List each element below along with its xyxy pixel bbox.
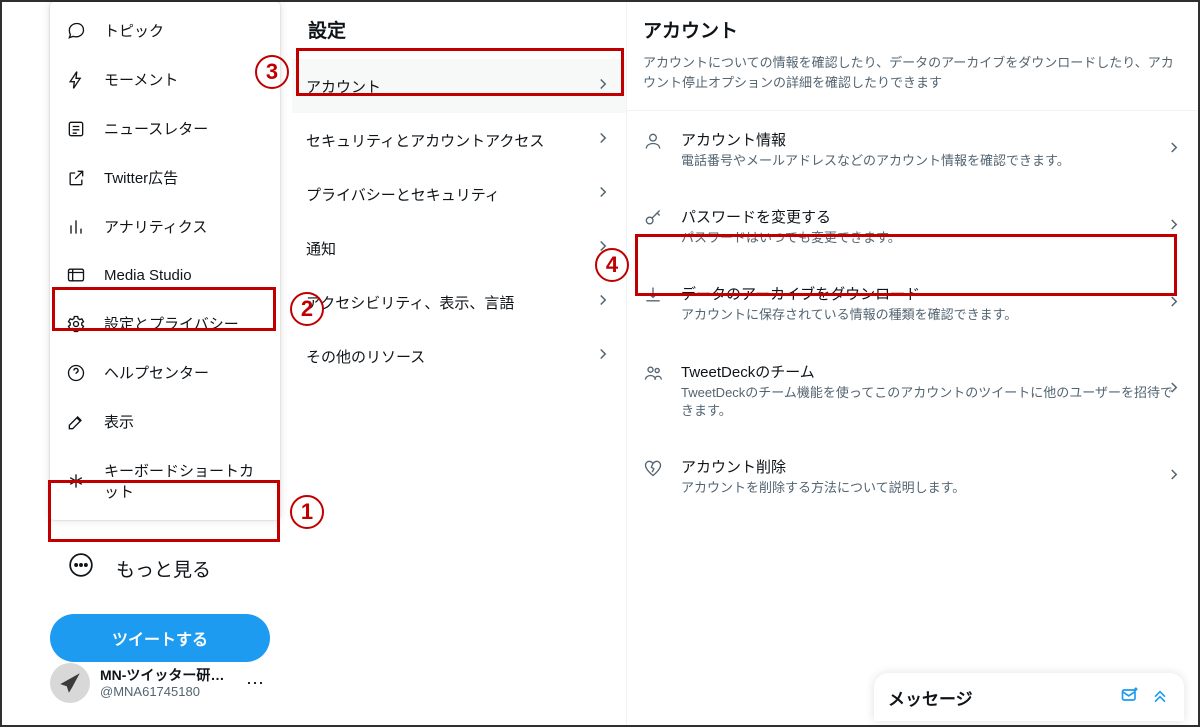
chevron-right-icon: [594, 75, 612, 97]
heartbreak-icon: [643, 456, 665, 483]
nav-settings-privacy[interactable]: 設定とプライバシー: [50, 299, 280, 348]
settings-privacy-safety[interactable]: プライバシーとセキュリティ: [292, 167, 626, 221]
nav-more[interactable]: もっと見る: [50, 538, 280, 598]
settings-accessibility-display-lang[interactable]: アクセシビリティ、表示、言語: [292, 275, 626, 329]
new-message-icon[interactable]: [1120, 685, 1140, 710]
settings-account[interactable]: アカウント: [292, 59, 626, 113]
change-password[interactable]: パスワードを変更する パスワードはいつでも変更できます。: [627, 188, 1197, 265]
account-title: アカウント: [627, 2, 1197, 53]
bar-chart-icon: [66, 217, 86, 237]
edit-icon: [66, 412, 86, 432]
avatar: [50, 663, 90, 703]
nav-label: アナリティクス: [104, 216, 207, 237]
nav-help[interactable]: ヘルプセンター: [50, 348, 280, 397]
gear-icon: [66, 314, 86, 334]
nav-ads[interactable]: Twitter広告: [50, 153, 280, 202]
nav-label: Twitter広告: [104, 167, 178, 188]
newsletter-icon: [66, 119, 86, 139]
nav-label: キーボードショートカット: [104, 460, 264, 502]
chevron-right-icon: [1165, 292, 1183, 315]
account-description: アカウントについての情報を確認したり、データのアーカイブをダウンロードしたり、ア…: [627, 53, 1197, 111]
deactivate-account[interactable]: アカウント削除 アカウントを削除する方法について説明します。: [627, 438, 1197, 515]
chevron-right-icon: [594, 237, 612, 259]
key-icon: [643, 206, 665, 233]
person-icon: [643, 129, 665, 156]
profile-name: MN-ツイッター研究所: [100, 667, 230, 684]
messages-dock[interactable]: メッセージ: [874, 673, 1184, 721]
account-switcher[interactable]: MN-ツイッター研究所 @MNA61745180 ⋯: [50, 663, 264, 703]
nav-shortcuts[interactable]: キーボードショートカット: [50, 446, 280, 516]
lightning-icon: [66, 70, 86, 90]
tweetdeck-teams[interactable]: TweetDeckのチーム TweetDeckのチーム機能を使ってこのアカウント…: [627, 343, 1197, 438]
nav-more-label: もっと見る: [116, 555, 211, 582]
media-icon: [66, 265, 86, 285]
nav-analytics[interactable]: アナリティクス: [50, 202, 280, 251]
nav-topics[interactable]: トピック: [50, 6, 280, 55]
settings-title: 設定: [292, 2, 626, 59]
chevron-right-icon: [594, 129, 612, 151]
nav-label: トピック: [104, 20, 164, 41]
chevron-right-icon: [1165, 138, 1183, 161]
download-archive[interactable]: データのアーカイブをダウンロード アカウントに保存されている情報の種類を確認でき…: [627, 265, 1197, 342]
chevron-right-icon: [594, 291, 612, 313]
team-icon: [643, 361, 665, 388]
chevron-right-icon: [1165, 465, 1183, 488]
nav-newsletter[interactable]: ニュースレター: [50, 104, 280, 153]
nav-media-studio[interactable]: Media Studio: [50, 251, 280, 299]
account-info[interactable]: アカウント情報 電話番号やメールアドレスなどのアカウント情報を確認できます。: [627, 111, 1197, 188]
nav-display[interactable]: 表示: [50, 397, 280, 446]
asterisk-icon: [66, 471, 86, 491]
profile-handle: @MNA61745180: [100, 684, 230, 700]
download-icon: [643, 283, 665, 310]
external-link-icon: [66, 168, 86, 188]
chevron-right-icon: [594, 183, 612, 205]
speech-icon: [66, 21, 86, 41]
nav-label: ヘルプセンター: [104, 362, 209, 383]
ellipsis-icon: ⋯: [246, 673, 264, 694]
messages-title: メッセージ: [888, 685, 1110, 710]
nav-label: ニュースレター: [104, 118, 208, 139]
chevron-double-up-icon[interactable]: [1150, 685, 1170, 710]
chevron-right-icon: [1165, 215, 1183, 238]
nav-label: 設定とプライバシー: [104, 313, 239, 334]
settings-notifications[interactable]: 通知: [292, 221, 626, 275]
help-icon: [66, 363, 86, 383]
chevron-right-icon: [1165, 379, 1183, 402]
nav-label: 表示: [104, 411, 134, 432]
settings-security-access[interactable]: セキュリティとアカウントアクセス: [292, 113, 626, 167]
nav-label: Media Studio: [104, 267, 192, 284]
tweet-button[interactable]: ツイートする: [50, 614, 270, 662]
nav-moments[interactable]: モーメント: [50, 55, 280, 104]
settings-additional-resources[interactable]: その他のリソース: [292, 329, 626, 383]
more-circle-icon: [68, 552, 94, 584]
more-menu-popup: トピック モーメント ニュースレター Twitter広告 アナリティクス Med…: [50, 2, 280, 520]
nav-label: モーメント: [104, 69, 178, 90]
chevron-right-icon: [594, 345, 612, 367]
